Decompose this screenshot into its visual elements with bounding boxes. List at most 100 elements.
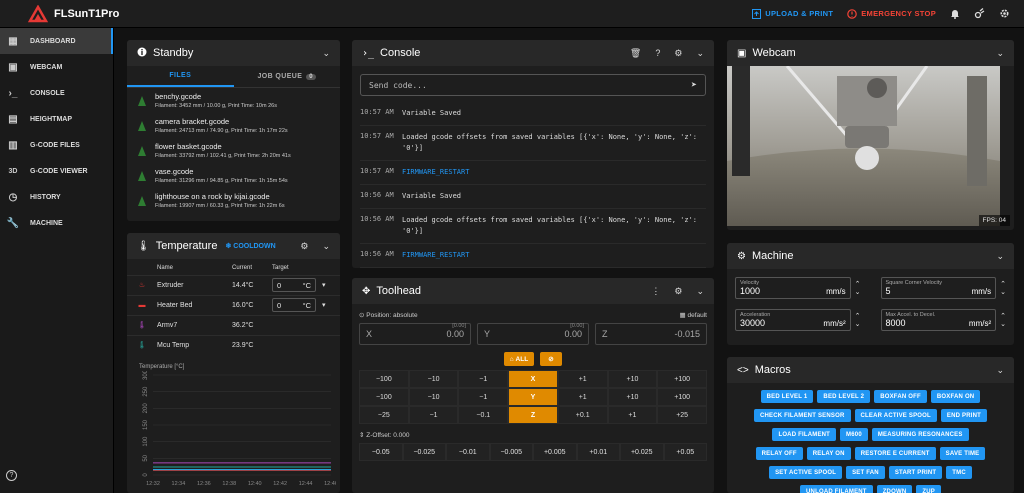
collapse-icon[interactable]: ⌄ [696,286,704,297]
jog-button[interactable]: −100 [359,370,409,388]
jog-button[interactable]: +1 [607,406,658,424]
z-position-field[interactable]: Z -0.015 [595,323,707,345]
tab-files[interactable]: FILES [127,66,234,87]
cooldown-button[interactable]: ❄ COOLDOWN [225,242,275,250]
settings-icon[interactable]: ⚙ [674,286,682,297]
console-command-input[interactable]: Send code... ➤ [360,74,706,96]
help-icon[interactable]: ? [655,48,660,58]
macro-button[interactable]: RESTORE E CURRENT [854,447,936,460]
jog-button[interactable]: +25 [657,406,707,424]
jog-button[interactable]: +1 [557,388,608,406]
chevron-down-icon[interactable]: ▾ [322,301,326,309]
square-corner-velocity-field[interactable]: Square Corner Velocity 5 mm/s [880,277,997,299]
send-icon[interactable]: ➤ [691,80,697,91]
zoffset-button[interactable]: −0.01 [446,443,490,461]
settings-icon[interactable] [999,8,1010,19]
macro-button[interactable]: SAVE TIME [939,447,986,460]
bed-target-input[interactable]: 0 °C [272,298,316,312]
x-position-field[interactable]: X 0.00 [0.00] [359,323,471,345]
sidebar-item-dashboard[interactable]: ▦ DASHBOARD [0,28,113,54]
list-item[interactable]: flower basket.gcode Filament: 33792 mm / … [127,138,340,163]
sidebar-item-machine[interactable]: 🔧 MACHINE [0,210,113,236]
macro-button[interactable]: UNLOAD FILAMENT [800,485,873,493]
sidebar-item-heightmap[interactable]: ▤ HEIGHTMAP [0,106,113,132]
macro-button[interactable]: TMC [946,466,972,479]
chevron-down-icon[interactable]: ▾ [322,281,326,289]
jog-button[interactable]: −100 [359,388,409,406]
velocity-field[interactable]: Velocity 1000 mm/s [735,277,851,299]
macro-button[interactable]: BOXFAN ON [930,390,981,403]
collapse-icon[interactable]: ⌄ [322,241,330,252]
macro-button[interactable]: CHECK FILAMENT SENSOR [753,409,851,422]
reset-icon[interactable]: ⌃ ⌄ [1000,312,1006,328]
macro-button[interactable]: ZDOWN [876,485,913,493]
collapse-icon[interactable]: ⌄ [996,365,1004,376]
home-all-button[interactable]: ⌂ ALL [504,352,534,366]
emergency-stop-button[interactable]: EMERGENCY STOP [847,8,936,19]
jog-button[interactable]: −25 [359,406,409,424]
y-position-field[interactable]: Y 0.00 [0.00] [477,323,589,345]
jog-button[interactable]: −10 [408,370,459,388]
macro-button[interactable]: START PRINT [888,466,943,479]
macro-button[interactable]: RELAY ON [806,447,851,460]
macro-button[interactable]: BED LEVEL 2 [817,390,871,403]
upload-print-button[interactable]: UPLOAD & PRINT [752,8,833,19]
zoffset-button[interactable]: −0.005 [489,443,533,461]
trash-icon[interactable]: 🗑 [630,48,641,59]
macro-button[interactable]: RELAY OFF [755,447,803,460]
sidebar-item-gcode-files[interactable]: ▥ G-CODE FILES [0,132,113,158]
sidebar-item-history[interactable]: ◷ HISTORY [0,184,113,210]
macro-button[interactable]: SET FAN [846,466,885,479]
collapse-icon[interactable]: ⌄ [996,48,1004,59]
jog-button[interactable]: +1 [557,370,608,388]
home-axis-button[interactable]: X [508,370,558,388]
acceleration-field[interactable]: Acceleration 30000 mm/s² [735,309,851,331]
zoffset-button[interactable]: −0.05 [359,443,403,461]
collapse-icon[interactable]: ⌄ [696,48,704,59]
motors-off-button[interactable]: ⊘ [540,352,562,366]
macro-button[interactable]: END PRINT [940,409,988,422]
sidebar-item-console[interactable]: ›_ CONSOLE [0,80,113,106]
list-item[interactable]: vase.gcode Filament: 31296 mm / 94.85 g, … [127,163,340,188]
reset-icon[interactable]: ⌃ ⌄ [855,280,861,296]
reset-icon[interactable]: ⌃ ⌄ [1000,280,1006,296]
jog-button[interactable]: +10 [607,370,658,388]
help-icon[interactable]: ? [6,470,17,481]
list-item[interactable]: lighthouse on a rock by kijai.gcode Filam… [127,188,340,213]
power-icon[interactable] [974,8,985,19]
settings-icon[interactable]: ⚙ [674,48,682,59]
tab-job-queue[interactable]: JOB QUEUE 0 [234,66,341,87]
zoffset-button[interactable]: +0.005 [533,443,577,461]
list-item[interactable]: camera bracket.gcode Filament: 24713 mm /… [127,113,340,138]
sidebar-item-gcode-viewer[interactable]: 3D G-CODE VIEWER [0,158,113,184]
zoffset-button[interactable]: +0.025 [620,443,664,461]
jog-button[interactable]: +0.1 [557,406,608,424]
macro-button[interactable]: ZUP [916,485,941,493]
jog-button[interactable]: −0.1 [458,406,509,424]
macro-button[interactable]: BED LEVEL 1 [760,390,814,403]
macro-button[interactable]: SET ACTIVE SPOOL [769,466,843,479]
more-icon[interactable]: ⋮ [651,286,660,297]
settings-icon[interactable]: ⚙ [300,241,308,252]
logo-icon[interactable] [28,4,48,23]
sidebar-item-webcam[interactable]: ▣ WEBCAM [0,54,113,80]
collapse-icon[interactable]: ⌄ [996,251,1004,262]
coordinate-system[interactable]: ▦ default [680,311,707,319]
bell-icon[interactable] [950,8,960,19]
macro-button[interactable]: M600 [840,428,868,441]
zoffset-button[interactable]: −0.025 [402,443,446,461]
list-item[interactable]: benchy.gcode Filament: 3452 mm / 10.00 g,… [127,88,340,113]
macro-button[interactable]: LOAD FILAMENT [772,428,837,441]
jog-button[interactable]: +100 [657,370,707,388]
jog-button[interactable]: −1 [458,370,509,388]
macro-button[interactable]: MEASURING RESONANCES [871,428,969,441]
extruder-target-input[interactable]: 0 °C [272,278,316,292]
macro-button[interactable]: BOXFAN OFF [874,390,927,403]
zoffset-button[interactable]: +0.01 [576,443,620,461]
jog-button[interactable]: −1 [458,388,509,406]
max-accel-to-decel-field[interactable]: Max Accel. to Decel. 8000 mm/s² [880,309,997,331]
jog-button[interactable]: +100 [657,388,707,406]
home-axis-button[interactable]: Y [508,388,558,406]
jog-button[interactable]: −1 [408,406,459,424]
jog-button[interactable]: −10 [408,388,459,406]
